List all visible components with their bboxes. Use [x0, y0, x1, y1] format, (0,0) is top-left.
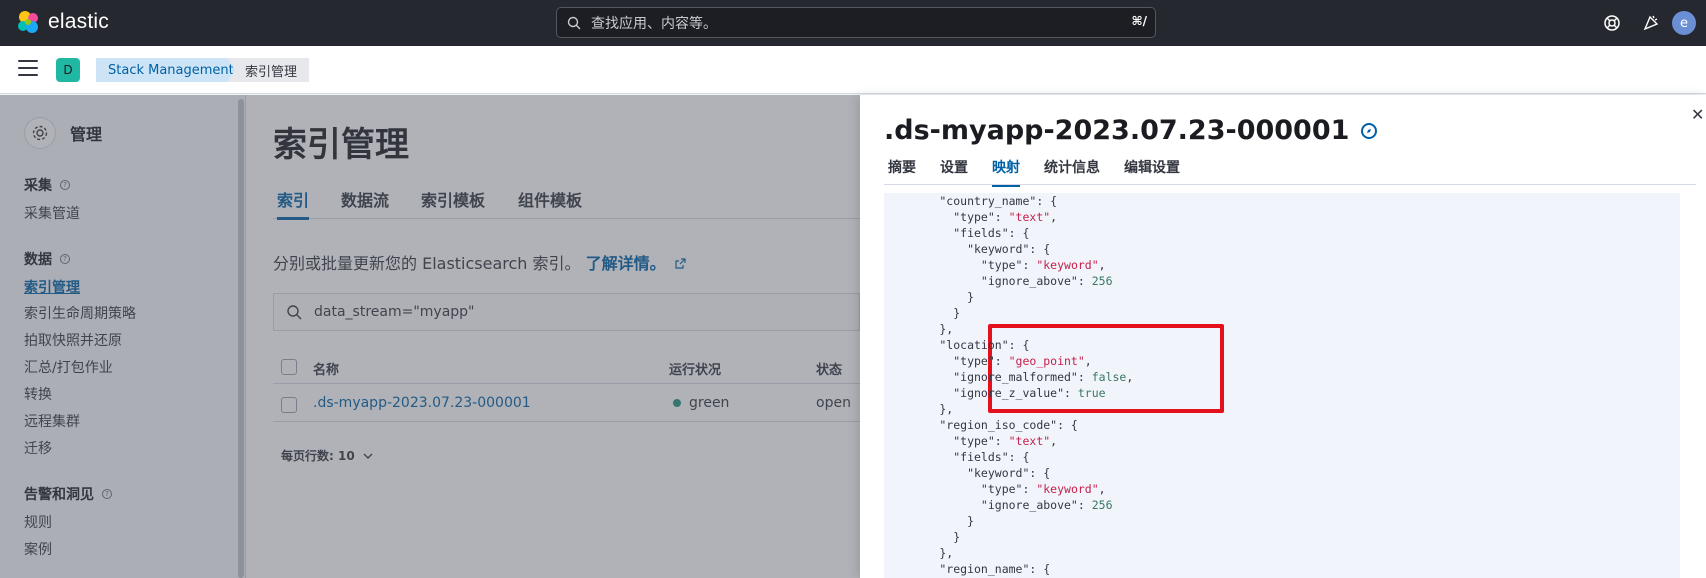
user-avatar[interactable]: e: [1672, 11, 1696, 35]
mappings-code-block[interactable]: "country_name": { "type": "text", "field…: [884, 193, 1680, 578]
code-line: "location": {: [884, 338, 1030, 352]
code-line: "ignore_z_value": true: [884, 386, 1106, 400]
code-line: "fields": {: [884, 226, 1030, 240]
breadcrumb-stack-management[interactable]: Stack Management: [96, 58, 252, 82]
search-shortcut: ⌘/: [1131, 14, 1147, 28]
logo-text: elastic: [48, 10, 109, 33]
elastic-logo[interactable]: elastic: [16, 10, 109, 34]
code-line: "type": "text",: [884, 210, 1058, 224]
discover-compass-icon[interactable]: [1361, 122, 1378, 139]
code-line: }: [884, 290, 975, 304]
code-line: },: [884, 322, 954, 336]
global-search-input[interactable]: 查找应用、内容等。 ⌘/: [556, 7, 1156, 38]
space-avatar[interactable]: D: [56, 58, 80, 82]
code-line: "keyword": {: [884, 242, 1051, 256]
code-line: "ignore_above": 256: [884, 274, 1113, 288]
code-line: },: [884, 402, 954, 416]
code-line: "type": "geo_point",: [884, 354, 1092, 368]
tab-stats[interactable]: 统计信息: [1044, 157, 1100, 177]
code-line: "type": "text",: [884, 434, 1058, 448]
code-line: "keyword": {: [884, 466, 1051, 480]
index-details-flyout: ✕ .ds-myapp-2023.07.23-000001 摘要 设置 映射 统…: [860, 95, 1706, 578]
search-placeholder: 查找应用、内容等。: [591, 15, 717, 32]
tab-edit-settings[interactable]: 编辑设置: [1124, 157, 1180, 177]
code-line: }: [884, 514, 975, 528]
code-line: }: [884, 530, 961, 544]
elastic-cluster-icon: [18, 11, 38, 33]
code-line: },: [884, 546, 954, 560]
code-line: "type": "keyword",: [884, 258, 1106, 272]
tab-mappings[interactable]: 映射: [992, 157, 1020, 187]
code-line: "ignore_malformed": false,: [884, 370, 1134, 384]
modal-overlay[interactable]: [0, 95, 860, 578]
code-line: "country_name": {: [884, 194, 1058, 208]
top-header: elastic 查找应用、内容等。 ⌘/ e: [0, 0, 1706, 46]
breadcrumb-bar: D Stack Management 索引管理: [0, 46, 1706, 94]
code-line: }: [884, 306, 961, 320]
search-icon: [567, 16, 581, 29]
tab-summary[interactable]: 摘要: [888, 157, 916, 177]
code-line: "fields": {: [884, 450, 1030, 464]
flyout-title: .ds-myapp-2023.07.23-000001: [884, 115, 1378, 146]
code-line: "region_iso_code": {: [884, 418, 1078, 432]
help-lifebuoy-icon[interactable]: [1601, 12, 1623, 34]
menu-hamburger-icon[interactable]: [18, 60, 38, 78]
close-icon[interactable]: ✕: [1691, 105, 1704, 124]
flyout-tabs: 摘要 设置 映射 统计信息 编辑设置: [884, 157, 1696, 187]
breadcrumb-index-management: 索引管理: [227, 58, 310, 82]
code-line: "type": "keyword",: [884, 482, 1106, 496]
tab-settings[interactable]: 设置: [940, 157, 968, 177]
newsfeed-rocket-icon[interactable]: [1640, 12, 1662, 34]
code-line: "ignore_above": 256: [884, 498, 1113, 512]
code-line: "region_name": {: [884, 562, 1051, 576]
